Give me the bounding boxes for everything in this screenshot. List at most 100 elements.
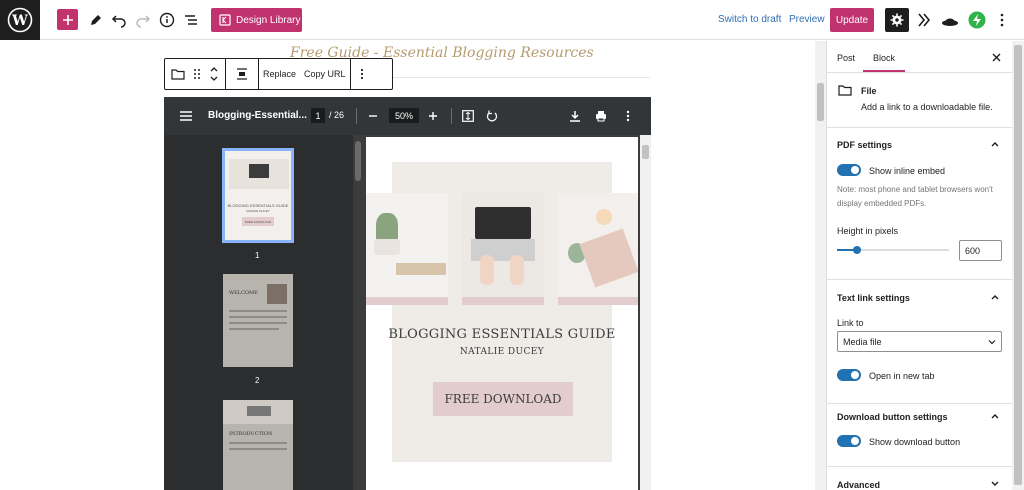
copy-url-button[interactable]: Copy URL [300,69,350,79]
plant-pot [374,239,400,255]
list-view-icon [185,15,197,25]
move-up-down-icon[interactable] [209,65,219,83]
text-link-settings-title[interactable]: Text link settings [837,293,910,303]
show-inline-embed-toggle[interactable] [837,164,861,176]
plugin-shield-button[interactable] [938,8,962,32]
block-description: Add a link to a downloadable file. [861,102,993,112]
undo-button[interactable] [107,8,131,32]
thumb-title: BLOGGING ESSENTIALS GUIDE [227,203,289,208]
download-button-settings-title[interactable]: Download button settings [837,412,948,422]
hat-icon [942,18,958,26]
redo-icon [136,15,151,28]
download-pdf-button[interactable] [567,108,583,124]
plugin-k-button[interactable] [912,8,936,32]
redo-button[interactable] [131,8,155,32]
library-icon [219,14,231,26]
pdf-page-scrollbar[interactable] [640,135,651,490]
thumb-portrait [267,284,287,304]
design-library-button[interactable]: Design Library [211,8,302,32]
laptop-screen [475,207,531,239]
thumb-text-line [229,442,287,444]
height-input[interactable]: 600 [959,240,1002,261]
pdf-menu-button[interactable] [178,108,194,124]
chevron-up-icon[interactable] [990,411,1000,421]
file-actions: Replace Copy URL [259,59,351,89]
more-vertical-icon [1000,13,1004,27]
link-to-select[interactable]: Media file [837,331,1002,352]
block-card: File Add a link to a downloadable file. [827,73,1012,128]
block-options-button[interactable] [351,59,373,89]
switch-to-draft-button[interactable]: Switch to draft [718,14,781,25]
advanced-title[interactable]: Advanced [837,480,880,490]
pdf-embed: Blogging-Essential... 1 / 26 50% BLOGGIN… [164,97,651,490]
desk-item [396,263,446,275]
scroll-handle[interactable] [355,141,361,181]
plugin-bolt-button[interactable] [965,8,989,32]
pdf-thumbnail-3[interactable]: INTRODUCTION [223,400,293,490]
chevron-up-icon[interactable] [990,292,1000,302]
bolt-icon [968,11,986,29]
chevron-up-icon[interactable] [990,139,1000,149]
pdf-more-button[interactable] [620,108,636,124]
align-button[interactable] [226,59,259,89]
pdf-page-1: BLOGGING ESSENTIALS GUIDE NATALIE DUCEY … [366,137,638,490]
scroll-handle[interactable] [642,145,649,159]
thumb-subtitle: NATALIE DUCEY [246,209,270,213]
zoom-in-button[interactable] [425,108,441,124]
rotate-button[interactable] [484,108,500,124]
update-button[interactable]: Update [830,8,874,32]
list-view-button[interactable] [179,8,203,32]
cover-photo-plant [366,193,448,305]
add-block-button[interactable] [57,9,78,30]
kadence-icon [918,13,931,27]
scroll-handle[interactable] [817,83,824,121]
pdf-thumbnail-1[interactable]: BLOGGING ESSENTIALS GUIDE NATALIE DUCEY … [222,148,294,243]
open-new-tab-toggle[interactable] [837,369,861,381]
separator [451,108,452,124]
tab-block[interactable]: Block [873,53,895,63]
chevron-down-icon[interactable] [990,479,1000,489]
embed-note: Note: most phone and tablet browsers won… [837,185,993,208]
options-menu-button[interactable] [990,8,1014,32]
advanced-panel: Advanced [827,467,1012,490]
tab-post[interactable]: Post [837,53,855,63]
thumb-laptop [247,406,271,416]
zoom-input[interactable]: 50% [389,108,419,123]
drag-handle-icon[interactable] [193,68,201,80]
cover-photo-desk [558,193,638,305]
thumb-title: INTRODUCTION [229,431,273,437]
pdf-page-input[interactable]: 1 [311,108,325,123]
show-inline-embed-label: Show inline embed [869,166,946,176]
details-button[interactable] [155,8,179,32]
block-name: File [861,86,877,96]
pdf-thumbnail-2[interactable]: WELCOME [223,274,293,367]
scroll-handle[interactable] [1014,45,1022,485]
separator [356,108,357,124]
fit-page-button[interactable] [460,108,476,124]
close-sidebar-button[interactable] [989,50,1003,64]
canvas-scrollbar[interactable] [815,41,826,490]
show-download-button-toggle[interactable] [837,435,861,447]
wordpress-logo-icon[interactable]: W [0,0,40,40]
hand [510,255,524,285]
pdf-settings-title[interactable]: PDF settings [837,140,892,150]
tools-button[interactable] [84,8,108,32]
cover-photo-laptop [462,193,544,305]
zoom-out-button[interactable] [365,108,381,124]
replace-button[interactable]: Replace [259,69,300,79]
close-icon [992,53,1000,61]
print-pdf-button[interactable] [593,108,609,124]
pdf-page-area: BLOGGING ESSENTIALS GUIDE NATALIE DUCEY … [363,135,651,490]
block-type-button[interactable] [165,59,226,89]
plus-icon [429,112,437,120]
settings-button[interactable] [885,8,909,32]
thumb-number-2: 2 [255,376,260,385]
preview-button[interactable]: Preview [789,14,825,25]
plus-icon [62,14,73,25]
sidebar-scrollbar[interactable] [1012,41,1024,490]
cover-author: NATALIE DUCEY [459,347,545,357]
thumb-text-line [229,316,287,318]
thumbnail-scrollbar[interactable] [353,135,363,490]
print-icon [596,111,606,122]
pdf-page-total: / 26 [329,110,345,120]
